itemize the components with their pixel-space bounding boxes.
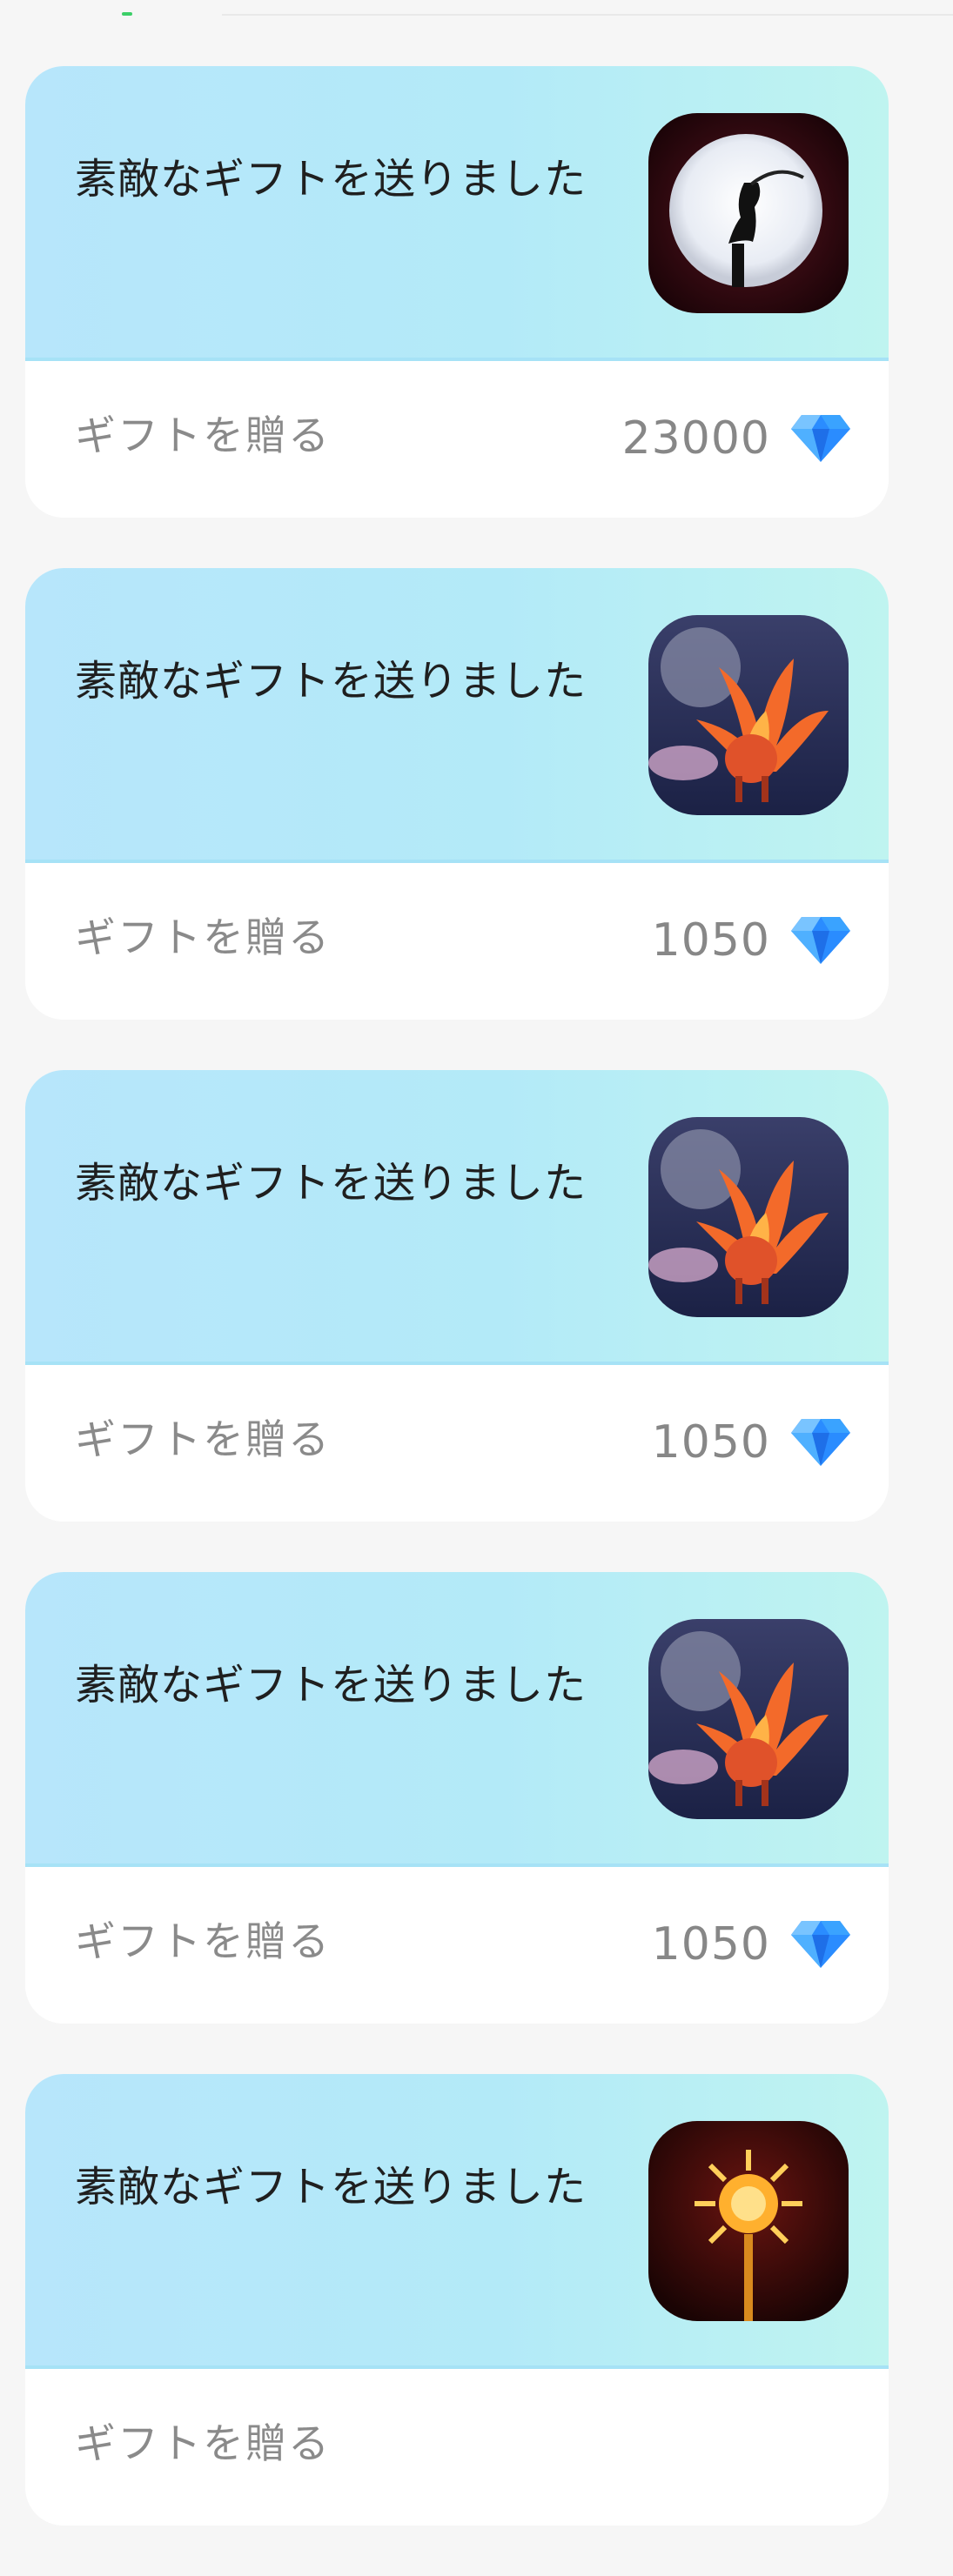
send-gift-link[interactable]: ギフトを贈る (75, 1410, 331, 1471)
gift-card: 素敵なギフトを送りました ギフトを贈る 1050 (25, 1070, 889, 1522)
gift-price: 1050 (652, 1410, 852, 1475)
gift-card-header: 素敵なギフトを送りました (25, 568, 889, 863)
nine-tailed-fox-gift-image (648, 615, 849, 815)
nine-tailed-fox-gift-image (648, 1117, 849, 1317)
moon-silhouette-gift-image (648, 113, 849, 313)
gift-card: 素敵なギフトを送りました (25, 66, 889, 518)
gift-card-footer[interactable]: ギフトを贈る (25, 2369, 889, 2526)
gift-price (833, 2414, 852, 2479)
gift-message: 素敵なギフトを送りました (75, 1661, 587, 1710)
gift-card: 素敵なギフトを送りました ギフトを贈る 1050 (25, 1572, 889, 2024)
gift-price: 1050 (652, 1912, 852, 1977)
send-gift-link[interactable]: ギフトを贈る (75, 406, 331, 467)
header-divider (222, 14, 953, 16)
diamond-icon (789, 913, 852, 967)
gift-price: 23000 (622, 406, 852, 471)
gift-card-footer[interactable]: ギフトを贈る 23000 (25, 361, 889, 518)
price-value: 1050 (651, 1918, 770, 1970)
gift-card-footer[interactable]: ギフトを贈る 1050 (25, 863, 889, 1020)
gift-card: 素敵なギフトを送りました (25, 568, 889, 1020)
send-gift-link[interactable]: ギフトを贈る (75, 1912, 331, 1973)
diamond-icon (789, 1415, 852, 1469)
price-value: 1050 (651, 1416, 770, 1469)
gift-message: 素敵なギフトを送りました (75, 1159, 587, 1208)
gift-card-footer[interactable]: ギフトを贈る 1050 (25, 1365, 889, 1522)
gift-card-footer[interactable]: ギフトを贈る 1050 (25, 1867, 889, 2024)
gift-card-header: 素敵なギフトを送りました (25, 66, 889, 361)
diamond-icon (789, 1917, 852, 1971)
gift-message: 素敵なギフトを送りました (75, 155, 587, 204)
gift-card-header: 素敵なギフトを送りました (25, 1572, 889, 1867)
gift-card: 素敵なギフトを送りました (25, 2074, 889, 2526)
send-gift-link[interactable]: ギフトを贈る (75, 908, 331, 969)
gift-card-header: 素敵なギフトを送りました (25, 1070, 889, 1365)
golden-sun-wand-gift-image (648, 2121, 849, 2321)
gift-history-list: 素敵なギフトを送りました ギフトを贈る 23000 素敵なギフトを送りました ギ… (25, 66, 889, 2576)
price-value: 1050 (651, 914, 770, 967)
send-gift-link[interactable]: ギフトを贈る (75, 2414, 331, 2475)
gift-message: 素敵なギフトを送りました (75, 657, 587, 706)
gift-message: 素敵なギフトを送りました (75, 2163, 587, 2211)
gift-card-header: 素敵なギフトを送りました (25, 2074, 889, 2369)
status-indicator (122, 12, 132, 16)
gift-price: 1050 (652, 908, 852, 973)
price-value: 23000 (621, 412, 770, 465)
diamond-icon (789, 411, 852, 465)
nine-tailed-fox-gift-image (648, 1619, 849, 1819)
top-status-strip (0, 0, 953, 16)
